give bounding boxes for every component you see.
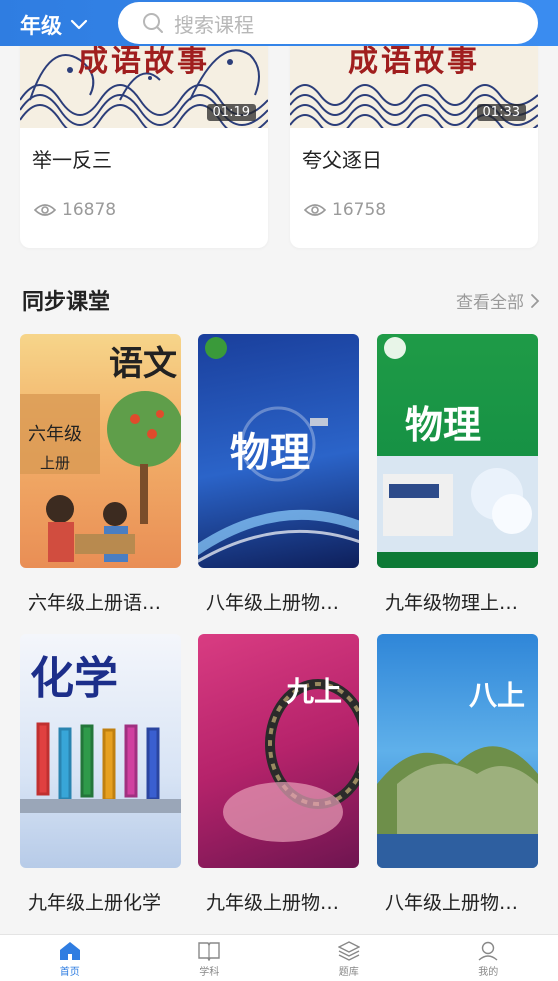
- top-bar: 年级 搜索课程: [0, 0, 558, 46]
- section-title: 同步课堂: [22, 290, 111, 315]
- cover-grade: 六年级: [28, 424, 82, 445]
- story-title: 举一反三: [32, 148, 112, 172]
- video-duration: 01:33: [476, 104, 526, 121]
- view-count-value: 16758: [332, 200, 387, 220]
- course-title: 六年级上册语…: [28, 592, 162, 614]
- story-title: 夸父逐日: [302, 148, 382, 172]
- cover-subject: 八上: [469, 679, 526, 712]
- tab-profile[interactable]: 我的: [419, 935, 558, 981]
- search-placeholder: 搜索课程: [174, 12, 254, 37]
- cover-subject: 语文: [109, 344, 177, 384]
- course-cover[interactable]: 化学: [20, 634, 181, 868]
- user-icon: [478, 941, 498, 961]
- course-title: 九年级上册物…: [206, 892, 340, 914]
- cover-subject: 化学: [30, 653, 118, 704]
- tab-label: 我的: [478, 967, 499, 978]
- home-screen: 成语故事 01:19 举一反三 16878 成语故事 01:33 夸父逐日 16…: [0, 0, 558, 981]
- book-icon: [198, 942, 220, 961]
- course-title: 九年级上册化学: [28, 892, 162, 914]
- video-duration: 01:19: [206, 104, 256, 121]
- chevron-right-icon: [531, 293, 540, 308]
- course-cover[interactable]: 物理: [377, 334, 538, 568]
- course-title: 九年级物理上…: [385, 592, 519, 614]
- course-cover[interactable]: 九上: [198, 634, 359, 868]
- see-all-label: 查看全部: [456, 293, 524, 313]
- tab-label: 题库: [338, 967, 359, 978]
- course-cover[interactable]: 语文 六年级 上册: [20, 334, 181, 568]
- search-input[interactable]: 搜索课程: [118, 2, 538, 44]
- course-title: 八年级上册物…: [385, 892, 519, 914]
- grade-label: 年级: [20, 14, 62, 38]
- eye-icon: [34, 204, 56, 216]
- see-all-link[interactable]: 查看全部: [456, 288, 540, 313]
- view-count-value: 16878: [62, 200, 117, 220]
- chevron-down-icon: [70, 19, 88, 30]
- eye-icon: [304, 204, 326, 216]
- course-title: 八年级上册物…: [206, 592, 340, 614]
- layers-icon: [337, 941, 360, 961]
- cover-subject: 九上: [286, 675, 343, 708]
- tab-question-bank[interactable]: 题库: [279, 935, 419, 981]
- bottom-tab-bar: 首页 学科 题库 我的: [0, 934, 558, 981]
- view-count: 16878: [34, 200, 116, 220]
- home-icon: [59, 942, 80, 960]
- tab-label: 学科: [199, 967, 220, 978]
- cover-subject: 物理: [405, 402, 482, 447]
- grade-selector[interactable]: 年级: [20, 10, 88, 40]
- course-cover[interactable]: 物理: [198, 334, 359, 568]
- course-cover[interactable]: 八上: [377, 634, 538, 868]
- search-icon: [143, 13, 163, 33]
- tab-label: 首页: [59, 967, 80, 978]
- view-count: 16758: [304, 200, 386, 220]
- tab-subjects[interactable]: 学科: [140, 935, 280, 981]
- cover-term: 上册: [40, 454, 71, 472]
- tab-home[interactable]: 首页: [0, 935, 140, 981]
- cover-subject: 物理: [230, 429, 310, 476]
